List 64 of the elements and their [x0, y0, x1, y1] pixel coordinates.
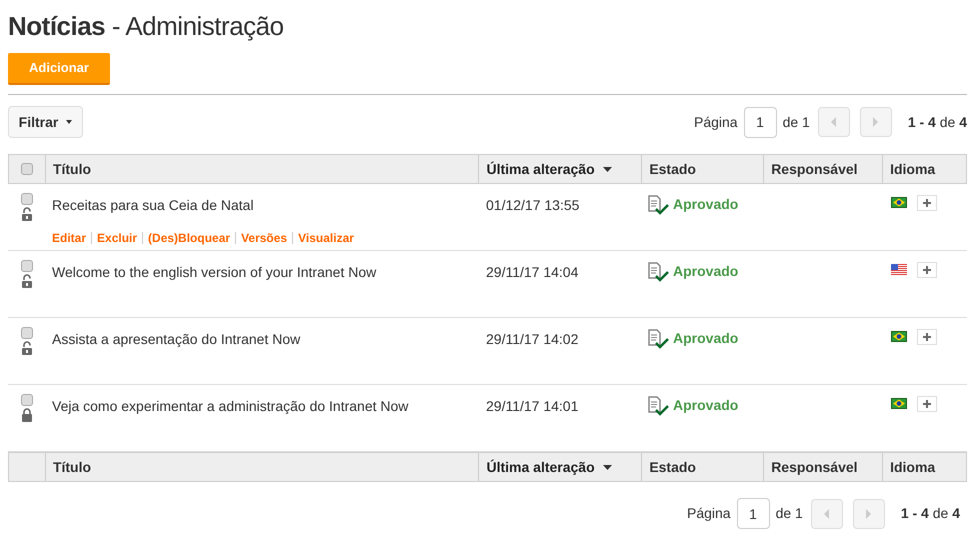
- column-header[interactable]: Última alteração: [486, 158, 595, 180]
- date-cell: 29/11/17 14:04: [486, 264, 578, 280]
- column-header[interactable]: Idioma: [890, 158, 936, 180]
- column-header[interactable]: Título: [52, 456, 92, 478]
- flag-icon: [891, 197, 907, 208]
- flag-icon: [891, 331, 907, 342]
- checkbox[interactable]: [20, 193, 32, 205]
- plus-icon: [923, 266, 931, 274]
- result-range: 1 - 4 de 4: [908, 112, 967, 132]
- column-header[interactable]: Responsável: [771, 158, 858, 180]
- left-arrow-icon: [824, 508, 830, 518]
- page-label: Página: [694, 112, 738, 132]
- page-field[interactable]: 1: [736, 498, 770, 529]
- approved-document-icon: [648, 194, 670, 214]
- sort-down-icon: [602, 166, 612, 172]
- column-header[interactable]: Responsável: [771, 456, 858, 478]
- filter-button[interactable]: Filtrar: [8, 106, 83, 138]
- page-count: de 1: [782, 112, 810, 132]
- column-header[interactable]: Estado: [649, 158, 696, 180]
- right-arrow-icon: [873, 117, 878, 127]
- title-cell[interactable]: Veja como experimentar a administração do Intranet Now: [52, 396, 472, 417]
- checkbox[interactable]: [20, 163, 33, 175]
- checkbox[interactable]: [20, 394, 32, 406]
- column-header[interactable]: Idioma: [890, 456, 936, 478]
- result-range: 1 - 4 de 4: [900, 504, 960, 523]
- caret-icon: [66, 120, 72, 124]
- plus-icon: [923, 199, 931, 207]
- add-translation-button[interactable]: [917, 195, 937, 211]
- flag-icon: [891, 264, 907, 275]
- status-text: Aprovado: [673, 195, 738, 214]
- column-header[interactable]: Estado: [649, 456, 696, 478]
- flag-icon: [891, 398, 907, 409]
- status-text: Aprovado: [673, 329, 738, 348]
- approved-document-icon: [648, 328, 670, 348]
- left-arrow-icon: [831, 117, 836, 127]
- next-page-button[interactable]: [852, 498, 885, 528]
- add-translation-button[interactable]: [917, 396, 937, 412]
- approved-document-icon: [648, 262, 670, 282]
- date-cell: 29/11/17 14:01: [486, 398, 578, 414]
- sort-down-icon: [602, 464, 612, 470]
- date-cell: 01/12/17 13:55: [486, 197, 580, 213]
- plus-icon: [923, 333, 931, 341]
- page-field[interactable]: 1: [744, 106, 777, 138]
- add-translation-button[interactable]: [917, 262, 937, 278]
- checkbox[interactable]: [20, 260, 32, 272]
- date-cell: 29/11/17 14:02: [486, 331, 578, 347]
- right-arrow-icon: [866, 508, 872, 518]
- title-cell[interactable]: Receitas para sua Ceia de Natal: [52, 195, 472, 216]
- status-text: Aprovado: [673, 396, 738, 415]
- checkbox[interactable]: [20, 327, 32, 339]
- page-title: Notícias - Administração: [8, 10, 285, 42]
- column-header[interactable]: Título: [52, 158, 92, 180]
- previous-page-button[interactable]: [810, 498, 843, 528]
- previous-page-button[interactable]: [818, 107, 850, 137]
- status-text: Aprovado: [673, 262, 738, 281]
- title-cell[interactable]: Assista a apresentação do Intranet Now: [52, 329, 472, 350]
- column-header[interactable]: Última alteração: [486, 456, 595, 478]
- add-translation-button[interactable]: [917, 329, 937, 345]
- next-page-button[interactable]: [860, 107, 892, 137]
- page-label: Página: [686, 504, 731, 523]
- title-cell[interactable]: Welcome to the english version of your Intranet Now: [52, 262, 472, 283]
- plus-icon: [923, 400, 931, 408]
- approved-document-icon: [648, 396, 670, 416]
- page-count: de 1: [776, 504, 803, 523]
